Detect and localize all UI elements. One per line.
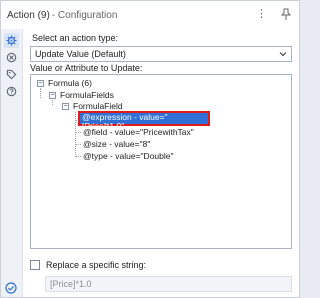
replace-string-label: Replace a specific string:	[46, 260, 147, 270]
close-circle-icon[interactable]	[4, 50, 19, 65]
selected-item-label: @expression - value="[Price]*1.0"	[80, 113, 208, 131]
tag-icon[interactable]	[4, 67, 19, 82]
action-type-value: Update Value (Default)	[35, 49, 126, 59]
collapse-toggle[interactable]: −	[62, 103, 69, 110]
tree-node-formulafield[interactable]: FormulaField	[73, 101, 123, 111]
replace-string-row: Replace a specific string:	[30, 260, 146, 270]
tree-node-formula[interactable]: Formula (6)	[48, 78, 92, 88]
tree-connector	[75, 144, 81, 145]
collapse-toggle[interactable]: −	[49, 92, 56, 99]
panel-title: Action (9)	[7, 9, 50, 21]
action-type-select[interactable]: Update Value (Default)	[30, 46, 292, 62]
tree-leaf-size[interactable]: @size - value="8"	[83, 139, 150, 149]
attribute-tree[interactable]: − Formula (6) − FormulaFields − FormulaF…	[30, 74, 292, 249]
tree-leaf-type[interactable]: @type - value="Double"	[83, 151, 174, 161]
replace-string-checkbox[interactable]	[30, 260, 40, 270]
header-icons: ⋮	[256, 8, 292, 23]
tree-connector	[75, 156, 81, 157]
tree-node-formulafields[interactable]: FormulaFields	[60, 90, 114, 100]
collapse-toggle[interactable]: −	[37, 80, 44, 87]
help-icon[interactable]	[4, 84, 19, 99]
tree-connector	[75, 112, 76, 157]
gear-icon[interactable]	[4, 33, 19, 48]
tree-connector	[40, 88, 41, 98]
pin-icon[interactable]	[280, 8, 292, 23]
tree-connector	[75, 132, 81, 133]
replace-string-input[interactable]: [Price]*1.0	[45, 276, 292, 292]
status-check-icon	[5, 282, 17, 294]
left-rail	[1, 29, 23, 297]
tree-leaf-expression-selected[interactable]: @expression - value="[Price]*1.0"	[78, 111, 210, 131]
chevron-down-icon	[279, 52, 287, 57]
action-type-label: Select an action type:	[32, 33, 119, 43]
panel-header: Action (9) - Configuration ⋮	[1, 1, 299, 29]
panel-subtitle: - Configuration	[51, 9, 118, 21]
tree-label: Value or Attribute to Update:	[30, 63, 143, 73]
configuration-panel: Action (9) - Configuration ⋮ Select an a…	[0, 0, 300, 298]
kebab-menu-icon[interactable]: ⋮	[256, 8, 267, 23]
tree-connector	[52, 100, 53, 105]
